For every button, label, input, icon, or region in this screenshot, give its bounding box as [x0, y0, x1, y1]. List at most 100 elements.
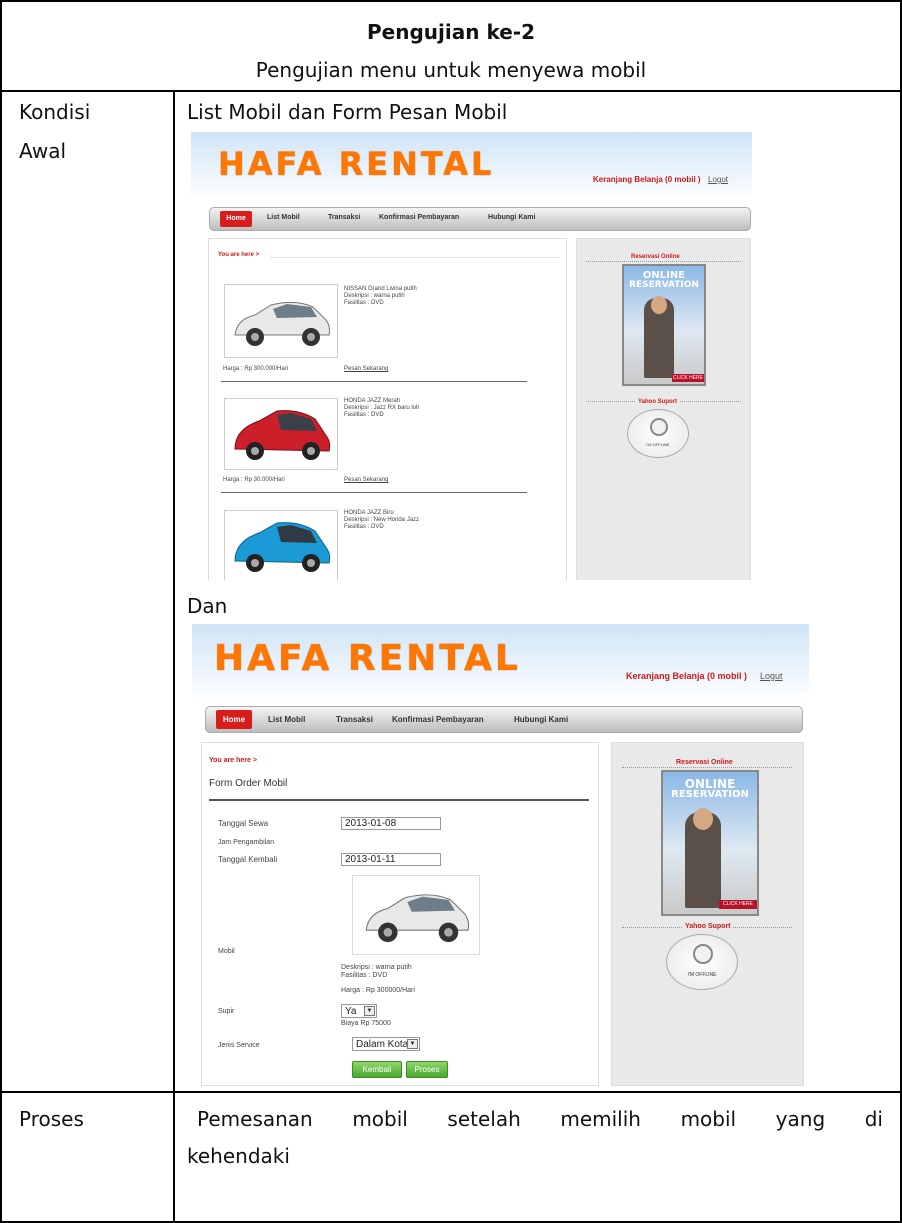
- online-reservation-banner[interactable]: ONLINE RESERVATION CLICK HERE: [622, 264, 706, 386]
- divider: [221, 492, 527, 493]
- kondisi-text: List Mobil dan Form Pesan Mobil: [187, 100, 508, 124]
- reservasi-heading: Reservasi Online: [631, 254, 680, 260]
- supir-select[interactable]: Ya ▼: [341, 1004, 377, 1018]
- breadcrumb: You are here >: [218, 252, 260, 258]
- car-info: NISSAN Grand Livina putih Deskripsi : wa…: [344, 286, 417, 308]
- kembali-button[interactable]: Kembali: [352, 1061, 402, 1078]
- test-title: Pengujian ke-2: [367, 20, 535, 44]
- mobil-label: Mobil: [218, 948, 235, 955]
- proses-button[interactable]: Proses: [406, 1061, 448, 1078]
- table-border-top: [0, 0, 902, 2]
- selected-car-image: [352, 875, 480, 955]
- car-name: HONDA JAZZ Merah: [344, 398, 401, 404]
- table-row-divider: [0, 1091, 902, 1093]
- proses-word: mobil: [352, 1107, 408, 1131]
- jenis-service-select[interactable]: Dalam Kota ▼: [352, 1037, 420, 1051]
- nav-hubungi[interactable]: Hubungi Kami: [488, 214, 535, 221]
- mobil-info: Deskripsi : warna putih Fasilitas : DVD: [341, 964, 412, 981]
- form-title-rule: [209, 799, 589, 801]
- logout-link[interactable]: Logut: [708, 175, 728, 184]
- car-image-jazz-biru[interactable]: [224, 510, 338, 580]
- smiley-icon: [650, 418, 668, 436]
- click-here-button[interactable]: CLICK HERE: [719, 900, 757, 909]
- jenis-service-label: Jenis Service: [218, 1042, 260, 1049]
- table-border-left: [0, 0, 2, 1223]
- main-nav: Home List Mobil Transaksi Konfirmasi Pem…: [205, 706, 803, 733]
- test-subtitle: Pengujian menu untuk menyewa mobil: [255, 58, 647, 82]
- pesan-sekarang-link[interactable]: Pesan Sekarang: [344, 477, 388, 484]
- online-reservation-banner[interactable]: ONLINE RESERVATION CLICK HERE: [661, 770, 759, 916]
- tanggal-kembali-label: Tanggal Kembali: [218, 855, 278, 864]
- nav-hubungi[interactable]: Hubungi Kami: [514, 715, 568, 724]
- yahoo-status: I'M OFFLINE: [687, 972, 717, 978]
- test-document: Pengujian ke-2 Pengujian menu untuk meny…: [0, 0, 902, 1223]
- list-mobil-screenshot: HAFA RENTAL Keranjang Belanja (0 mobil )…: [191, 132, 752, 580]
- car-name: HONDA JAZZ Biru: [344, 510, 394, 516]
- breadcrumb-divider: [271, 257, 559, 258]
- divider: [221, 381, 527, 382]
- nav-transaksi[interactable]: Transaksi: [328, 214, 360, 221]
- proses-word: Pemesanan: [197, 1107, 313, 1131]
- proses-text-line2: kehendaki: [187, 1144, 290, 1168]
- mobil-harga: Harga : Rp 300000/Hari: [341, 987, 415, 994]
- proses-word: di: [864, 1107, 883, 1131]
- car-fasilitas: Fasilitas : DVD: [344, 524, 384, 531]
- receptionist-face: [693, 808, 713, 830]
- nav-list-mobil[interactable]: List Mobil: [268, 715, 305, 724]
- tanggal-sewa-label: Tanggal Sewa: [218, 819, 269, 828]
- nav-list-mobil[interactable]: List Mobil: [267, 214, 300, 221]
- mobil-desc: Deskripsi : warna putih: [341, 964, 412, 971]
- chevron-down-icon: ▼: [407, 1039, 418, 1049]
- car-desc: Deskripsi : Jazz RX baru loh: [344, 405, 420, 412]
- car-image-jazz-merah[interactable]: [224, 398, 338, 470]
- form-title: Form Order Mobil: [209, 778, 288, 789]
- car-info: HONDA JAZZ Merah Deskripsi : Jazz RX bar…: [344, 398, 419, 420]
- car-fasilitas: Fasilitas : DVD: [344, 412, 384, 419]
- logout-link[interactable]: Logut: [760, 671, 783, 681]
- proses-label: Proses: [19, 1107, 84, 1131]
- cart-link[interactable]: Keranjang Belanja (0 mobil ): [593, 175, 701, 184]
- kondisi-label: Kondisi: [19, 100, 91, 124]
- yahoo-heading: Yahoo Suport: [636, 399, 679, 405]
- supir-value: Ya: [345, 1006, 357, 1017]
- car-desc: Deskripsi : warna putih: [344, 293, 405, 300]
- proses-word: mobil: [680, 1107, 737, 1131]
- pesan-sekarang-link[interactable]: Pesan Sekarang: [344, 366, 388, 373]
- nav-home[interactable]: Home: [216, 710, 252, 729]
- proses-text-line1: Pemesanan mobil setelah memilih mobil ya…: [197, 1107, 883, 1131]
- car-image-nissan[interactable]: [224, 284, 338, 358]
- site-logo: HAFA RENTAL: [214, 638, 521, 679]
- reservasi-heading: Reservasi Online: [676, 759, 733, 766]
- nav-konfirmasi[interactable]: Konfirmasi Pembayaran: [392, 715, 484, 724]
- tanggal-sewa-input[interactable]: 2013-01-08: [341, 817, 441, 830]
- supir-label: Supir: [218, 1008, 235, 1015]
- cart-link[interactable]: Keranjang Belanja (0 mobil ): [626, 671, 747, 681]
- yahoo-messenger-badge[interactable]: I'M OFFLINE: [666, 934, 738, 990]
- kondisi-label-2: Awal: [19, 139, 67, 163]
- nav-transaksi[interactable]: Transaksi: [336, 715, 373, 724]
- table-column-divider: [173, 90, 175, 1223]
- nav-konfirmasi[interactable]: Konfirmasi Pembayaran: [379, 214, 459, 221]
- car-info: HONDA JAZZ Biru Deskripsi : New Honda Ja…: [344, 510, 419, 532]
- banner-line2: RESERVATION: [671, 789, 749, 800]
- car-fasilitas: Fasilitas : DVD: [344, 300, 384, 307]
- car-name: NISSAN Grand Livina putih: [344, 286, 417, 292]
- site-logo: HAFA RENTAL: [218, 145, 495, 183]
- nav-home[interactable]: Home: [220, 211, 252, 227]
- click-here-button[interactable]: CLICK HERE: [672, 374, 704, 382]
- car-price: Harga : Rp 300.000/Hari: [223, 366, 289, 372]
- receptionist-face: [651, 296, 667, 314]
- breadcrumb: You are here >: [209, 757, 257, 764]
- proses-word: memilih: [560, 1107, 641, 1131]
- chevron-down-icon: ▼: [364, 1006, 375, 1016]
- mobil-fasilitas: Fasilitas : DVD: [341, 972, 388, 980]
- proses-word: yang: [775, 1107, 826, 1131]
- jam-pengambilan-label: Jam Pengambilan: [218, 839, 275, 846]
- tanggal-kembali-input[interactable]: 2013-01-11: [341, 853, 441, 866]
- table-row-divider: [0, 90, 902, 92]
- proses-word: setelah: [447, 1107, 521, 1131]
- yahoo-messenger-badge[interactable]: I'M OFFLINE: [627, 409, 689, 458]
- banner-line2: RESERVATION: [629, 280, 699, 290]
- jenis-service-value: Dalam Kota: [356, 1039, 409, 1050]
- biaya-supir: Biaya Rp 75000: [341, 1020, 391, 1027]
